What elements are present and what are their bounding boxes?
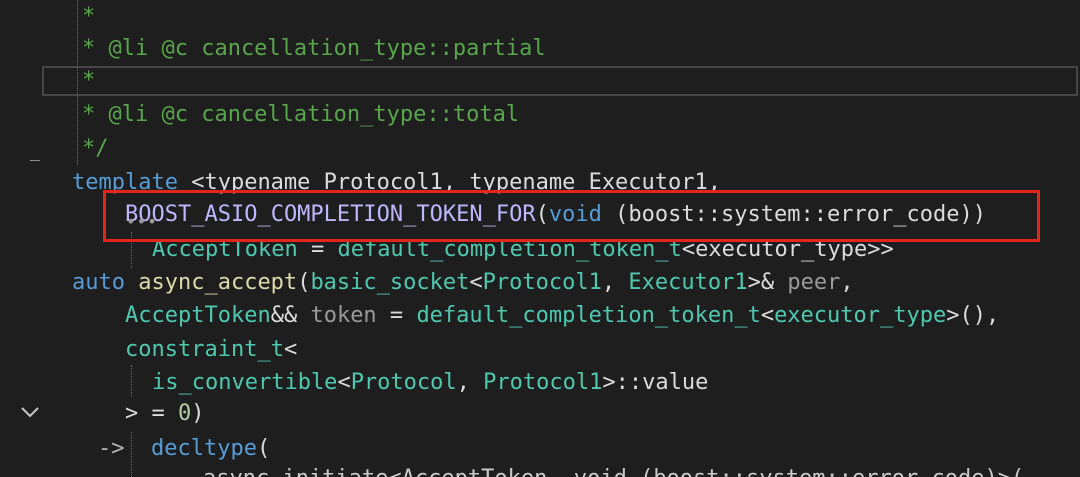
code-line-constraint: constraint_t< <box>125 337 298 362</box>
code-line-decltype: -> decltype( <box>98 436 271 461</box>
code-line: * <box>82 68 96 93</box>
current-line-highlight <box>42 66 1078 96</box>
indent-guide <box>131 365 132 397</box>
code-line-close: > = 0) <box>125 401 205 426</box>
code-line-convertible: is_convertible<Protocol, Protocol1>::val… <box>152 370 709 395</box>
annotation-highlight-box <box>103 190 1040 242</box>
fold-tick <box>30 160 40 161</box>
code-line: * <box>82 4 96 29</box>
code-line: */ <box>82 136 109 161</box>
chevron-down-icon[interactable] <box>18 402 42 426</box>
indent-guide <box>77 0 78 165</box>
code-line: * @li @c cancellation_type::total <box>82 102 520 127</box>
code-line-token: AcceptToken&& token = default_completion… <box>125 303 1000 328</box>
code-line-partial: async_initiate<AcceptToken, void (boost:… <box>150 462 1024 477</box>
code-editor[interactable]: * * @li @c cancellation_type::partial * … <box>0 0 1080 477</box>
code-line: * @li @c cancellation_type::partial <box>82 36 546 61</box>
code-line-auto: auto async_accept(basic_socket<Protocol1… <box>72 270 854 295</box>
